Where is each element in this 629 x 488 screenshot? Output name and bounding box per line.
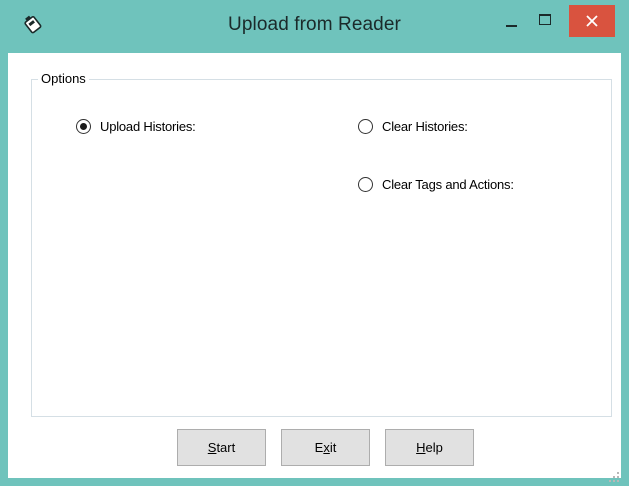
clear-tags-actions-radio[interactable]: Clear Tags and Actions:	[358, 174, 514, 194]
exit-label-rest: it	[329, 440, 337, 455]
clear-histories-radio[interactable]: Clear Histories:	[358, 116, 468, 136]
clear-histories-label: Clear Histories:	[382, 118, 468, 134]
clear-tags-actions-label: Clear Tags and Actions:	[382, 176, 514, 192]
maximize-button[interactable]	[532, 6, 560, 36]
upload-from-reader-window: Upload from Reader Options Upload Histor…	[0, 0, 629, 486]
radio-selected-dot	[80, 122, 87, 130]
upload-histories-label: Upload Histories:	[100, 118, 196, 134]
minimize-icon	[506, 25, 517, 27]
upload-histories-radio[interactable]: Upload Histories:	[76, 116, 196, 136]
resize-grip-icon[interactable]	[608, 470, 620, 482]
radio-circle	[358, 118, 373, 134]
close-icon	[586, 15, 598, 27]
radio-circle	[76, 118, 91, 134]
start-button[interactable]: Start	[177, 429, 266, 466]
start-mnemonic: S	[207, 440, 217, 455]
title-bar[interactable]: Upload from Reader	[0, 0, 629, 53]
exit-button[interactable]: Ex it	[281, 429, 370, 466]
help-label-rest: elp	[425, 440, 443, 455]
start-label-rest: tart	[216, 440, 236, 455]
help-button[interactable]: Help	[385, 429, 474, 466]
minimize-button[interactable]	[498, 6, 526, 36]
close-button[interactable]	[569, 5, 615, 37]
options-legend: Options	[38, 71, 89, 87]
exit-label-pre: E	[314, 440, 324, 455]
help-mnemonic: H	[416, 440, 426, 455]
radio-circle	[358, 176, 373, 192]
maximize-icon	[539, 14, 551, 25]
reader-app-icon	[22, 13, 44, 35]
